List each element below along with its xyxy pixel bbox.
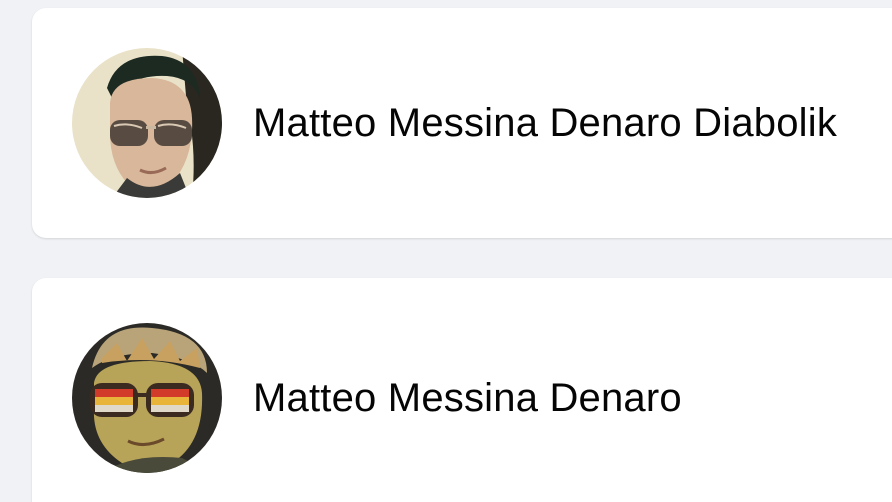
profile-name[interactable]: Matteo Messina Denaro (253, 376, 682, 421)
search-results-list: Matteo Messina Denaro Diabolik Matteo Me… (0, 0, 892, 502)
result-card[interactable]: Matteo Messina Denaro (32, 278, 892, 502)
profile-avatar[interactable] (72, 48, 222, 198)
profile-name[interactable]: Matteo Messina Denaro Diabolik (253, 101, 837, 146)
profile-avatar[interactable] (72, 323, 222, 473)
profile-photo-icon (72, 48, 222, 198)
profile-painting-icon (72, 323, 222, 473)
result-card[interactable]: Matteo Messina Denaro Diabolik (32, 8, 892, 238)
